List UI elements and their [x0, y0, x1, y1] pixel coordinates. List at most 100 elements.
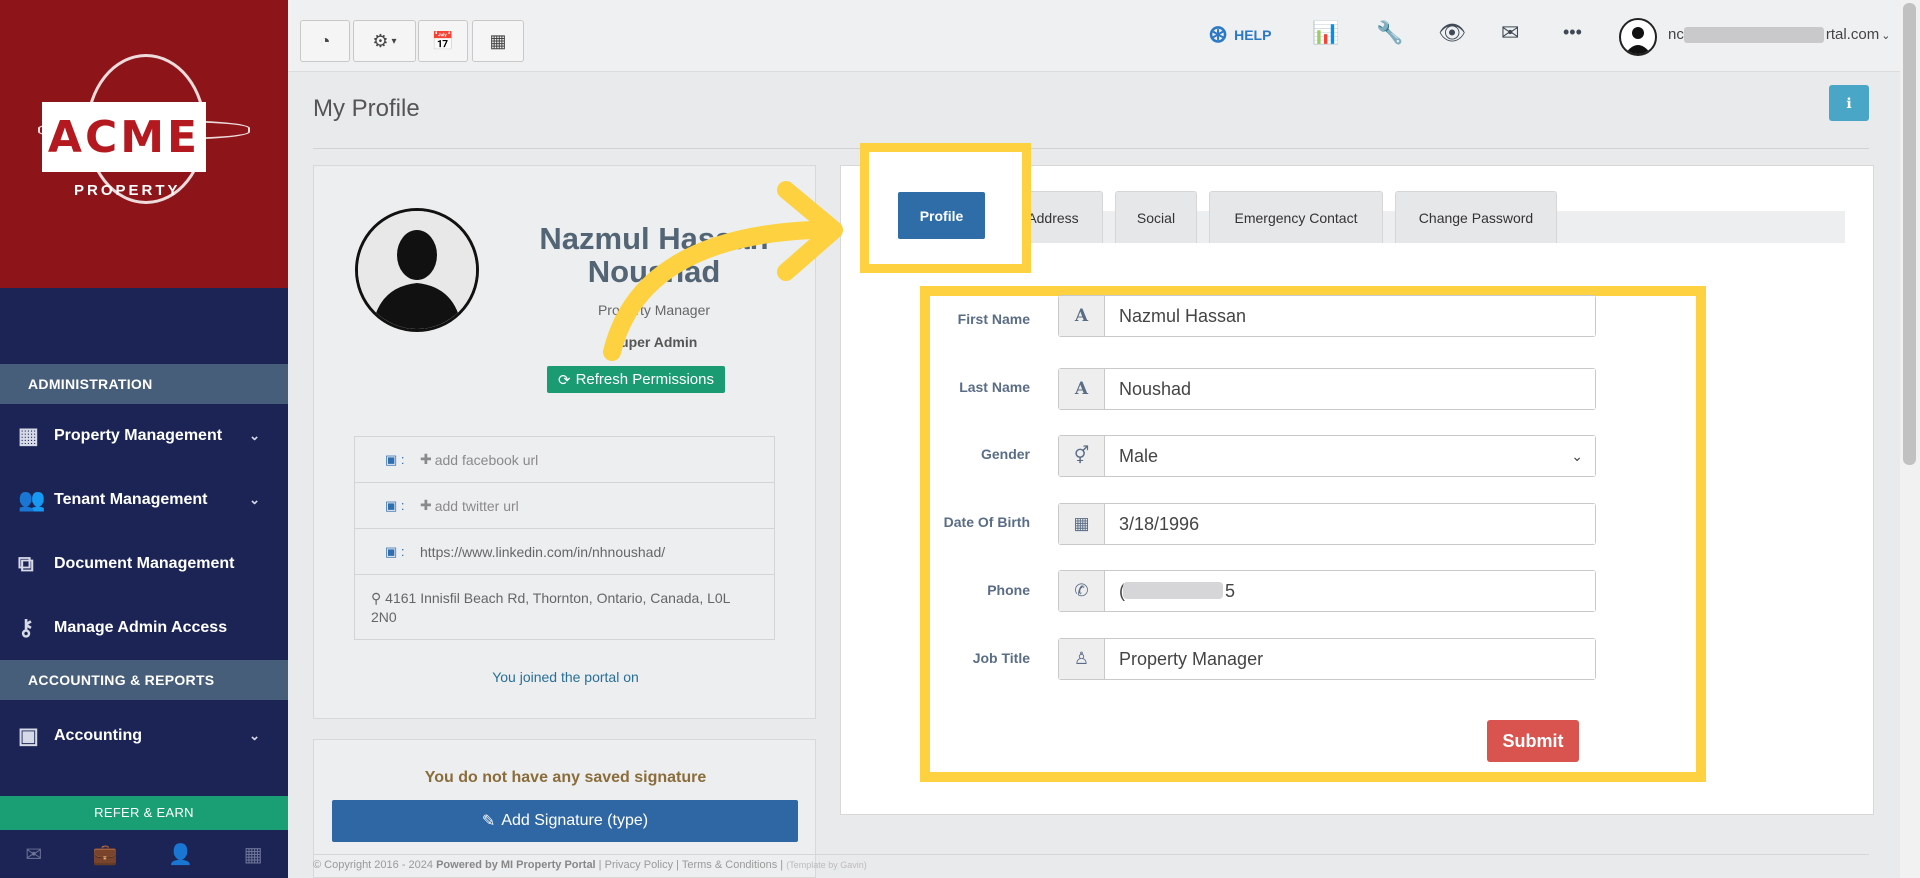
- address-row: ⚲ 4161 Innisfil Beach Rd, Thornton, Onta…: [355, 575, 774, 639]
- phone-label: Phone: [987, 582, 1030, 598]
- last-name-input[interactable]: Noushad: [1105, 369, 1595, 409]
- font-icon: A: [1059, 369, 1105, 409]
- sidebar-item-tenant-management[interactable]: 👥 Tenant Management ⌄: [0, 468, 288, 532]
- wrench-icon[interactable]: 🔧: [1376, 20, 1403, 46]
- powered-by-link[interactable]: Powered by MI Property Portal: [436, 859, 596, 871]
- info-button[interactable]: ℹ: [1829, 85, 1869, 121]
- first-name-label: First Name: [957, 311, 1030, 327]
- users-icon: 👥: [18, 487, 46, 512]
- phone-field[interactable]: ✆ ( 5: [1058, 570, 1596, 612]
- joined-text: You joined the portal on: [492, 669, 639, 685]
- job-title-field[interactable]: ♙ Property Manager: [1058, 638, 1596, 680]
- social-links-list: ▣ : ✚ add facebook url ▣ : ✚ add twitter url…: [354, 436, 775, 640]
- chevron-down-icon: ⌄: [1571, 447, 1583, 464]
- calendar-button[interactable]: 📅: [418, 20, 468, 62]
- sidebar-item-label: Manage Admin Access: [54, 619, 228, 636]
- info-icon: ℹ: [1846, 94, 1852, 111]
- key-icon: ⚷: [18, 615, 35, 640]
- tab-emergency-contact[interactable]: Emergency Contact: [1209, 191, 1383, 243]
- envelope-icon[interactable]: ✉: [1501, 20, 1519, 46]
- logo-text: ACME: [42, 102, 206, 172]
- refer-earn-button[interactable]: REFER & EARN: [0, 796, 288, 830]
- refresh-permissions-label: Refresh Permissions: [575, 371, 714, 388]
- sidebar-item-label: Property Management: [54, 427, 223, 444]
- bar-chart-icon[interactable]: 📊: [1312, 20, 1339, 46]
- dob-field[interactable]: ▦ 3/18/1996: [1058, 503, 1596, 545]
- documents-icon: ⧉: [18, 551, 34, 576]
- map-marker-icon: ⚲: [371, 590, 382, 606]
- facebook-url: add facebook url: [434, 451, 539, 468]
- calendar-icon: 📅: [431, 30, 455, 51]
- first-name-input[interactable]: Nazmul Hassan: [1105, 296, 1595, 336]
- linkedin-icon: ▣ :: [385, 543, 405, 559]
- dashboard-button[interactable]: ◔: [300, 20, 350, 62]
- facebook-row[interactable]: ▣ : ✚ add facebook url: [355, 437, 774, 483]
- more-icon[interactable]: •••: [1563, 22, 1582, 43]
- address-text: 4161 Innisfil Beach Rd, Thornton, Ontari…: [371, 590, 730, 625]
- title-divider: [313, 148, 1869, 149]
- sidebar-item-manage-admin-access[interactable]: ⚷ Manage Admin Access: [0, 596, 288, 660]
- user-avatar[interactable]: [1619, 18, 1657, 56]
- dob-label: Date Of Birth: [943, 514, 1030, 530]
- gear-icon: ⚙: [372, 30, 389, 51]
- dashboard-icon: ◔: [319, 30, 331, 51]
- submit-button[interactable]: Submit: [1487, 720, 1579, 762]
- settings-dropdown-button[interactable]: ⚙ ▾: [353, 20, 416, 62]
- linkedin-url: https://www.linkedin.com/in/nhnoushad/: [420, 543, 666, 560]
- gender-select[interactable]: Male ⌄: [1105, 436, 1595, 476]
- sidebar-item-document-management[interactable]: ⧉ Document Management: [0, 532, 288, 596]
- privacy-policy-link[interactable]: Privacy Policy: [605, 859, 673, 871]
- linkedin-row[interactable]: ▣ : https://www.linkedin.com/in/nhnoushad…: [355, 529, 774, 575]
- eye-icon[interactable]: 👁: [1438, 20, 1466, 46]
- mail-icon[interactable]: ✉: [25, 842, 42, 867]
- sidebar-footer: ✉ 💼 👤 ▦: [0, 830, 288, 878]
- redacted-phone: [1123, 582, 1223, 599]
- caret-down-icon: ▾: [391, 35, 397, 47]
- user-icon[interactable]: 👤: [168, 842, 193, 867]
- chevron-down-icon: ⌄: [249, 492, 260, 507]
- page-scrollbar[interactable]: [1900, 0, 1920, 878]
- tab-change-password[interactable]: Change Password: [1395, 191, 1557, 243]
- job-title-input[interactable]: Property Manager: [1105, 639, 1595, 679]
- phone-value-end: 5: [1225, 580, 1236, 601]
- help-link[interactable]: ⊛ HELP: [1208, 20, 1271, 49]
- sidebar-section-accounting: ACCOUNTING & REPORTS: [0, 660, 288, 700]
- profile-avatar[interactable]: [355, 208, 479, 332]
- user-email-end: rtal.com: [1825, 26, 1880, 43]
- last-name-field[interactable]: A Noushad: [1058, 368, 1596, 410]
- page-footer: © Copyright 2016 - 2024 Powered by MI Pr…: [313, 854, 1869, 871]
- building-icon: ▦: [18, 423, 39, 448]
- sidebar-item-accounting[interactable]: ▣ Accounting ⌄: [0, 704, 288, 768]
- add-signature-button[interactable]: ✎ Add Signature (type): [332, 800, 798, 842]
- user-tie-icon: ♙: [1059, 639, 1105, 679]
- job-title-label: Job Title: [972, 650, 1030, 666]
- sidebar: ACME PROPERTY ADMINISTRATION ▦ Property …: [0, 0, 288, 878]
- page-title: My Profile: [313, 95, 420, 122]
- phone-icon: ✆: [1059, 571, 1105, 611]
- briefcase-icon[interactable]: 💼: [93, 842, 118, 867]
- tab-social[interactable]: Social: [1115, 191, 1197, 243]
- calculator-icon[interactable]: ▦: [244, 842, 263, 867]
- twitter-row[interactable]: ▣ : ✚ add twitter url: [355, 483, 774, 529]
- terms-link[interactable]: Terms & Conditions: [682, 859, 777, 871]
- dob-input[interactable]: 3/18/1996: [1105, 504, 1595, 544]
- gender-label: Gender: [980, 446, 1030, 462]
- first-name-field[interactable]: A Nazmul Hassan: [1058, 295, 1596, 337]
- phone-input[interactable]: ( 5: [1105, 571, 1595, 611]
- tab-profile[interactable]: Profile: [898, 192, 985, 239]
- sidebar-item-property-management[interactable]: ▦ Property Management ⌄: [0, 404, 288, 468]
- help-label: HELP: [1234, 26, 1272, 43]
- chevron-down-icon: ⌄: [249, 728, 260, 743]
- twitter-url: add twitter url: [434, 497, 519, 514]
- user-email-start: nc: [1668, 26, 1684, 43]
- gender-icon: ⚥: [1059, 436, 1105, 476]
- scrollbar-thumb[interactable]: [1903, 3, 1916, 465]
- avatar-silhouette-icon: [1625, 27, 1651, 54]
- plus-icon: ✚: [420, 497, 432, 513]
- acme-logo[interactable]: ACME PROPERTY: [38, 54, 250, 224]
- calculator-button[interactable]: ▦: [472, 20, 524, 62]
- refresh-permissions-button[interactable]: ⟳ Refresh Permissions: [547, 366, 725, 393]
- lifebuoy-icon: ⊛: [1208, 21, 1229, 48]
- gender-field[interactable]: ⚥ Male ⌄: [1058, 435, 1596, 477]
- money-icon: ▣: [18, 723, 39, 748]
